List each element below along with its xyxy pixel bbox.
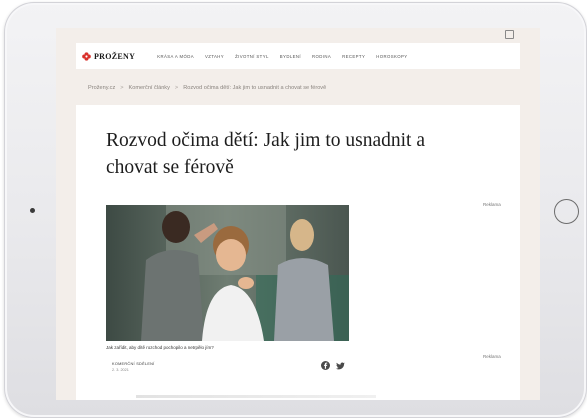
article-photo-illustration [106, 205, 349, 341]
photo-caption: Jak zařídit, aby dítě rozchod pochopilo … [106, 345, 214, 350]
article-photo [106, 205, 349, 341]
breadcrumb-separator: > [120, 85, 124, 91]
home-button[interactable] [554, 199, 579, 224]
share-buttons [321, 361, 345, 370]
article-text-preview [136, 395, 376, 398]
article-content: Rozvod očima dětí: Jak jim to usnadnit a… [76, 105, 520, 400]
camera-icon [30, 208, 35, 213]
tabs-icon[interactable] [505, 30, 514, 39]
nav-item-horoskopy[interactable]: HOROSKOPY [376, 54, 407, 59]
main-nav: KRÁSA A MÓDA VZTAHY ŽIVOTNÍ STYL BYDLENÍ… [157, 54, 407, 59]
nav-item-vztahy[interactable]: VZTAHY [205, 54, 224, 59]
nav-item-krasa-a-moda[interactable]: KRÁSA A MÓDA [157, 54, 194, 59]
flower-logo-icon [82, 51, 91, 61]
site-logo[interactable]: PROŽENY [82, 52, 135, 61]
logo-text: PROŽENY [94, 51, 136, 61]
article-date: 2. 3. 2021 [112, 368, 129, 372]
nav-item-bydleni[interactable]: BYDLENÍ [280, 54, 301, 59]
breadcrumb-separator: > [174, 85, 179, 91]
breadcrumb: Proženy.cz > Komerční články > Rozvod oč… [88, 85, 326, 91]
nav-item-zivotni-styl[interactable]: ŽIVOTNÍ STYL [235, 54, 269, 59]
ad-label: Reklama [483, 354, 501, 359]
article-author: KOMERČNÍ SDĚLENÍ [112, 362, 155, 366]
nav-item-rodina[interactable]: RODINA [312, 54, 331, 59]
breadcrumb-category[interactable]: Komerční články [129, 85, 170, 91]
site-header: PROŽENY KRÁSA A MÓDA VZTAHY ŽIVOTNÍ STYL… [76, 43, 520, 69]
ad-label: Reklama [483, 202, 501, 207]
facebook-icon[interactable] [321, 361, 330, 370]
tablet-device: PROŽENY KRÁSA A MÓDA VZTAHY ŽIVOTNÍ STYL… [0, 0, 587, 418]
tablet-screen: PROŽENY KRÁSA A MÓDA VZTAHY ŽIVOTNÍ STYL… [56, 28, 540, 400]
article-title: Rozvod očima dětí: Jak jim to usnadnit a… [106, 130, 425, 178]
nav-item-recepty[interactable]: RECEPTY [342, 54, 365, 59]
breadcrumb-current: Rozvod očima dětí: Jak jim to usnadnit a… [183, 85, 327, 91]
browser-status-bar [56, 28, 540, 41]
twitter-icon[interactable] [336, 361, 345, 370]
breadcrumb-home[interactable]: Proženy.cz [88, 85, 115, 91]
